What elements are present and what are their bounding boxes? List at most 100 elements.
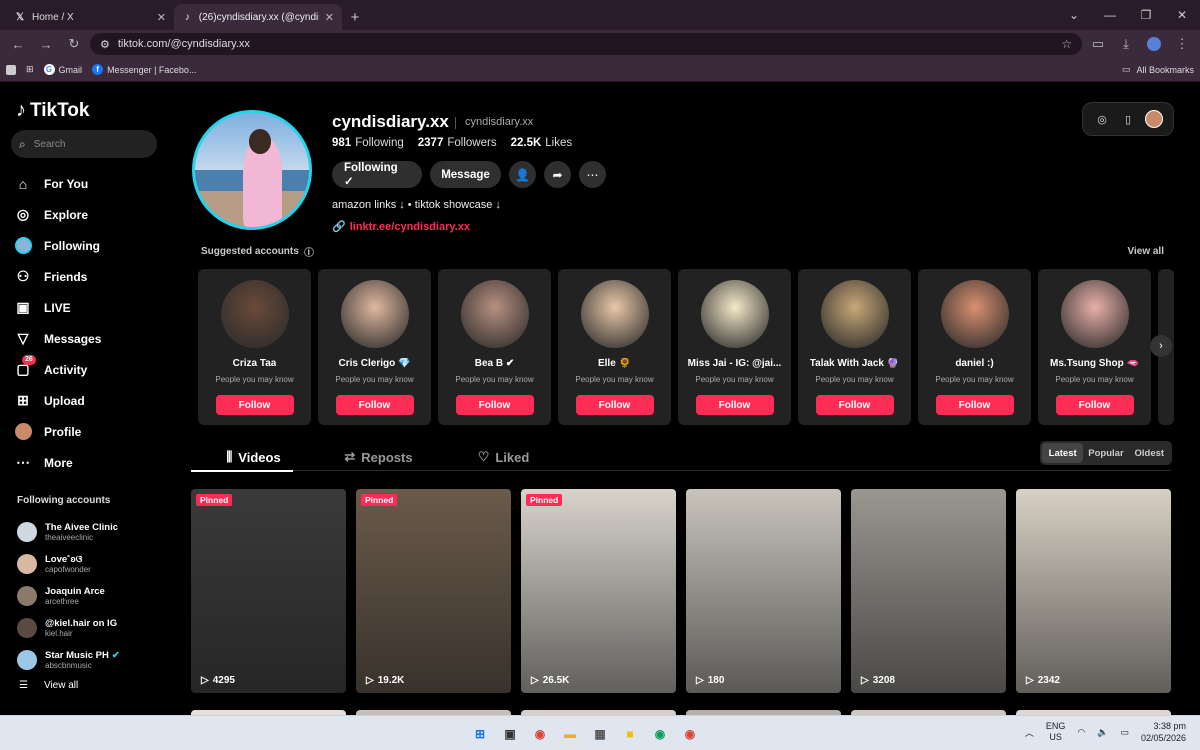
browser-tab-x[interactable]: 𝕏 Home / X ✕ (6, 4, 174, 30)
tab-videos[interactable]: ⫼ Videos (191, 443, 316, 472)
chrome-profile-icon[interactable]: ◉ (648, 722, 672, 746)
chrome-profile-2-icon[interactable]: ◉ (678, 722, 702, 746)
reload-icon[interactable]: ↻ (62, 32, 86, 56)
next-arrow-icon[interactable]: › (1150, 335, 1172, 357)
chrome-icon[interactable]: ◉ (528, 722, 552, 746)
nav-friends[interactable]: ⚇ Friends (14, 261, 164, 292)
video-thumbnail[interactable]: Pinned ▷ 4295 (191, 489, 346, 693)
message-button[interactable]: Message (430, 161, 501, 188)
back-icon[interactable]: ← (6, 32, 30, 56)
calculator-icon[interactable]: ▦ (588, 722, 612, 746)
following-button[interactable]: Following ✓ (332, 161, 422, 188)
wifi-icon[interactable]: ◠ (1077, 727, 1085, 738)
suggested-account-card[interactable]: Talak With Jack 🔮 People you may know Fo… (798, 269, 911, 425)
nav-live[interactable]: ▣ LIVE (14, 292, 164, 323)
video-thumbnail[interactable]: Pinned ▷ 19.2K (356, 489, 511, 693)
video-thumbnail[interactable]: Pinned ▷ 26.5K (521, 489, 676, 693)
battery-icon[interactable]: ▭ (1120, 727, 1129, 738)
video-thumbnail[interactable]: ▷ 2342 (1016, 489, 1171, 693)
bookmark-messenger[interactable]: f Messenger | Facebo... (92, 64, 196, 75)
bookmark-star-icon[interactable]: ☆ (1061, 37, 1072, 51)
nav-messages[interactable]: ▽ Messages (14, 323, 164, 354)
suggested-account-card[interactable]: Ms.Tsung Shop 🫦 People you may know Foll… (1038, 269, 1151, 425)
nav-activity[interactable]: ▢ 26 Activity (14, 354, 164, 385)
forward-icon[interactable]: → (34, 32, 58, 56)
download-icon[interactable]: ⤓ (1114, 32, 1138, 56)
close-window-button[interactable]: ✕ (1164, 0, 1200, 30)
following-stat[interactable]: 981 Following (332, 137, 404, 149)
nav-upload[interactable]: ⊞ Upload (14, 385, 164, 416)
followers-stat[interactable]: 2377 Followers (418, 137, 497, 149)
video-thumbnail[interactable]: ▷ 3208 (851, 489, 1006, 693)
user-avatar[interactable] (1145, 110, 1163, 128)
restore-button[interactable]: ❐ (1128, 0, 1164, 30)
suggested-account-card[interactable]: Bea B ✔ People you may know Follow (438, 269, 551, 425)
add-friend-icon[interactable]: 👤 (509, 161, 536, 188)
all-bookmarks[interactable]: ▭ All Bookmarks (1122, 64, 1194, 75)
mobile-icon[interactable]: ▯ (1119, 110, 1137, 128)
follow-button[interactable]: Follow (1055, 395, 1134, 415)
browser-tab-tiktok[interactable]: ♪ (26)cyndisdiary.xx (@cyndisdiar ✕ (174, 4, 342, 30)
follow-button[interactable]: Follow (575, 395, 654, 415)
cast-icon[interactable]: ▭ (1086, 32, 1110, 56)
follow-button[interactable]: Follow (935, 395, 1014, 415)
url-bar[interactable]: ⚙ tiktok.com/@cyndisdiary.xx ☆ (90, 33, 1082, 55)
sort-oldest[interactable]: Oldest (1129, 443, 1170, 463)
suggested-account-card[interactable]: Miss Jai - IG: @jai... People you may kn… (678, 269, 791, 425)
info-icon[interactable]: i (303, 246, 314, 257)
follow-button[interactable]: Follow (815, 395, 894, 415)
sort-latest[interactable]: Latest (1042, 443, 1084, 463)
sort-popular[interactable]: Popular (1085, 443, 1126, 463)
suggested-account-card[interactable]: Criza Taa People you may know Follow (198, 269, 311, 425)
follow-button[interactable]: Follow (455, 395, 534, 415)
suggested-account-card[interactable]: daniel :) People you may know Follow (918, 269, 1031, 425)
file-explorer-icon[interactable]: ▬ (558, 722, 582, 746)
new-tab-button[interactable]: + (342, 4, 368, 30)
search-input[interactable]: ⌕ Search (11, 130, 157, 158)
suggested-view-all[interactable]: View all (1127, 246, 1164, 257)
apps-grid-icon[interactable]: ⊞ (26, 64, 34, 75)
follow-button[interactable]: Follow (335, 395, 414, 415)
tiktok-logo[interactable]: ♪ TikTok (16, 99, 89, 122)
following-account-item[interactable]: Star Music PH ✔ abscbnmusic (17, 644, 167, 676)
windows-start-icon[interactable]: ⊞ (468, 722, 492, 746)
volume-icon[interactable]: 🔈 (1097, 727, 1108, 738)
tab-reposts[interactable]: ⇄ Reposts (316, 443, 441, 471)
suggested-account-card[interactable]: Elle 🌻 People you may know Follow (558, 269, 671, 425)
share-icon[interactable]: ➦ (544, 161, 571, 188)
tab-search-icon[interactable]: ⌄ (1056, 0, 1092, 30)
nav-profile[interactable]: Profile (14, 416, 164, 447)
close-tab-icon[interactable]: ✕ (157, 11, 166, 24)
video-thumbnail[interactable]: ▷ 180 (686, 489, 841, 693)
profile-icon[interactable] (1142, 32, 1166, 56)
nav-for-you[interactable]: ⌂ For You (14, 168, 164, 199)
clock[interactable]: 3:38 pm 02/05/2026 (1141, 720, 1186, 744)
compass-icon[interactable]: ◎ (1093, 110, 1111, 128)
following-account-item[interactable]: @kiel.hair on IG kiel.hair (17, 612, 167, 644)
following-account-item[interactable]: The Aivee Clinic theaiveeclinic (17, 516, 167, 548)
suggested-account-card[interactable]: Cris Clerigo 💎 People you may know Follo… (318, 269, 431, 425)
follow-button[interactable]: Follow (695, 395, 774, 415)
chevron-up-icon[interactable]: ︿ (1025, 726, 1034, 739)
suggested-avatar (340, 280, 409, 348)
language-indicator[interactable]: ENG US (1046, 721, 1066, 743)
profile-avatar[interactable] (192, 110, 312, 230)
view-all-following[interactable]: ☰ View all (17, 680, 167, 691)
nav-more[interactable]: ⋯ More (14, 447, 164, 478)
profile-link[interactable]: 🔗 linktr.ee/cyndisdiary.xx (332, 220, 470, 234)
menu-kebab-icon[interactable]: ⋮ (1170, 32, 1194, 56)
nav-explore[interactable]: ◎ Explore (14, 199, 164, 230)
minimize-button[interactable]: — (1092, 0, 1128, 30)
close-tab-icon[interactable]: ✕ (325, 11, 334, 24)
more-options-icon[interactable]: ⋯ (579, 161, 606, 188)
task-view-icon[interactable]: ▣ (498, 722, 522, 746)
tab-liked[interactable]: ♡ Liked (441, 443, 566, 471)
following-account-item[interactable]: Love˚ʚଓ capofwonder (17, 548, 167, 580)
nav-following[interactable]: Following (14, 230, 164, 261)
sticky-notes-icon[interactable]: ■ (618, 722, 642, 746)
bookmark-square-icon[interactable] (6, 64, 16, 75)
site-info-icon[interactable]: ⚙ (100, 38, 110, 51)
follow-button[interactable]: Follow (215, 395, 294, 415)
following-account-item[interactable]: Joaquin Arce arcethree (17, 580, 167, 612)
bookmark-gmail[interactable]: G Gmail (43, 64, 82, 75)
